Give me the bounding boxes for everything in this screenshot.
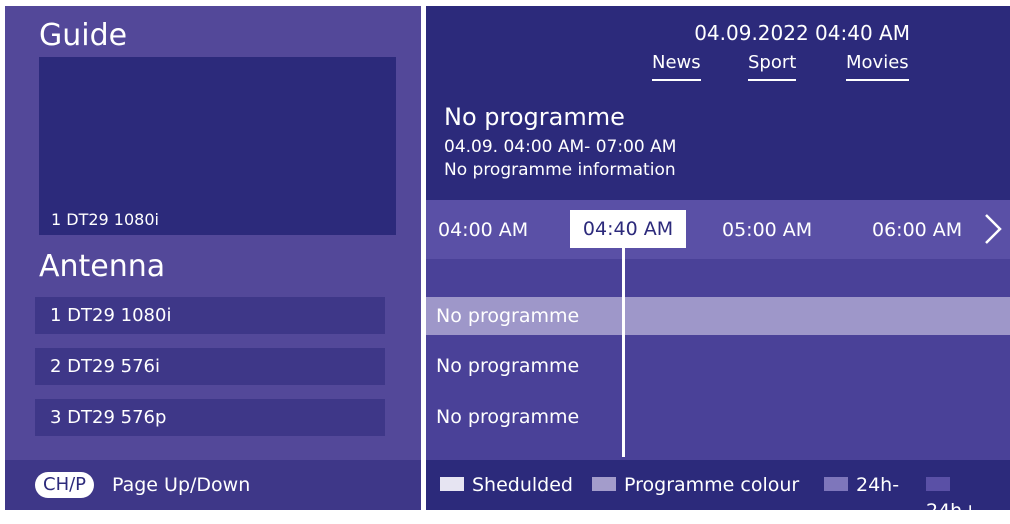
timeslot[interactable]: 04:00 AM xyxy=(438,218,528,242)
legend-bar: Shedulded Programme colour 24h- 24h+ xyxy=(426,460,1010,522)
chevron-right-icon[interactable] xyxy=(981,211,1005,247)
programme-row[interactable]: No programme xyxy=(426,297,1010,335)
legend-24h-plus: 24h+ xyxy=(926,472,1010,522)
programme-row[interactable]: No programme xyxy=(426,347,1010,385)
category-tab-movies[interactable]: Movies xyxy=(846,51,909,81)
left-footer: CH/P Page Up/Down xyxy=(5,460,421,510)
legend-24h-minus: 24h- xyxy=(824,472,899,498)
programme-info-panel: 04.09.2022 04:40 AM News Sport Movies No… xyxy=(426,6,1010,200)
channel-item[interactable]: 3 DT29 576p xyxy=(35,399,385,436)
page-up-down-hint: Page Up/Down xyxy=(112,474,251,496)
programme-info: No programme information xyxy=(444,160,676,180)
legend-swatch xyxy=(824,476,848,491)
channel-item[interactable]: 1 DT29 1080i xyxy=(35,297,385,334)
current-datetime: 04.09.2022 04:40 AM xyxy=(694,21,910,45)
timeslot[interactable]: 05:00 AM xyxy=(722,218,812,242)
time-bar: 04:00 AM 04:40 AM 05:00 AM 06:00 AM xyxy=(426,200,1010,259)
category-tab-news[interactable]: News xyxy=(652,51,701,81)
category-tab-sport[interactable]: Sport xyxy=(748,51,797,81)
ch-p-badge[interactable]: CH/P xyxy=(35,472,95,498)
guide-title: Guide xyxy=(39,18,128,53)
current-timeslot[interactable]: 04:40 AM xyxy=(570,210,686,248)
preview-channel-label: 1 DT29 1080i xyxy=(51,210,159,229)
epg-panel: 04.09.2022 04:40 AM News Sport Movies No… xyxy=(426,6,1010,522)
programme-time: 04.09. 04:00 AM- 07:00 AM xyxy=(444,137,677,157)
left-panel: Guide 1 DT29 1080i Antenna 1 DT29 1080i … xyxy=(5,6,421,510)
current-time-indicator xyxy=(622,238,625,457)
channel-preview: 1 DT29 1080i xyxy=(39,57,396,235)
legend-swatch xyxy=(592,476,616,491)
channel-item[interactable]: 2 DT29 576i xyxy=(35,348,385,385)
legend-swatch xyxy=(926,476,950,491)
legend-programme-colour: Programme colour xyxy=(592,472,799,498)
timeslot[interactable]: 06:00 AM xyxy=(872,218,962,242)
programme-title: No programme xyxy=(444,103,625,131)
antenna-title: Antenna xyxy=(39,249,166,284)
legend-scheduled: Shedulded xyxy=(440,472,573,498)
legend-swatch xyxy=(440,476,464,491)
programme-row[interactable]: No programme xyxy=(426,398,1010,436)
